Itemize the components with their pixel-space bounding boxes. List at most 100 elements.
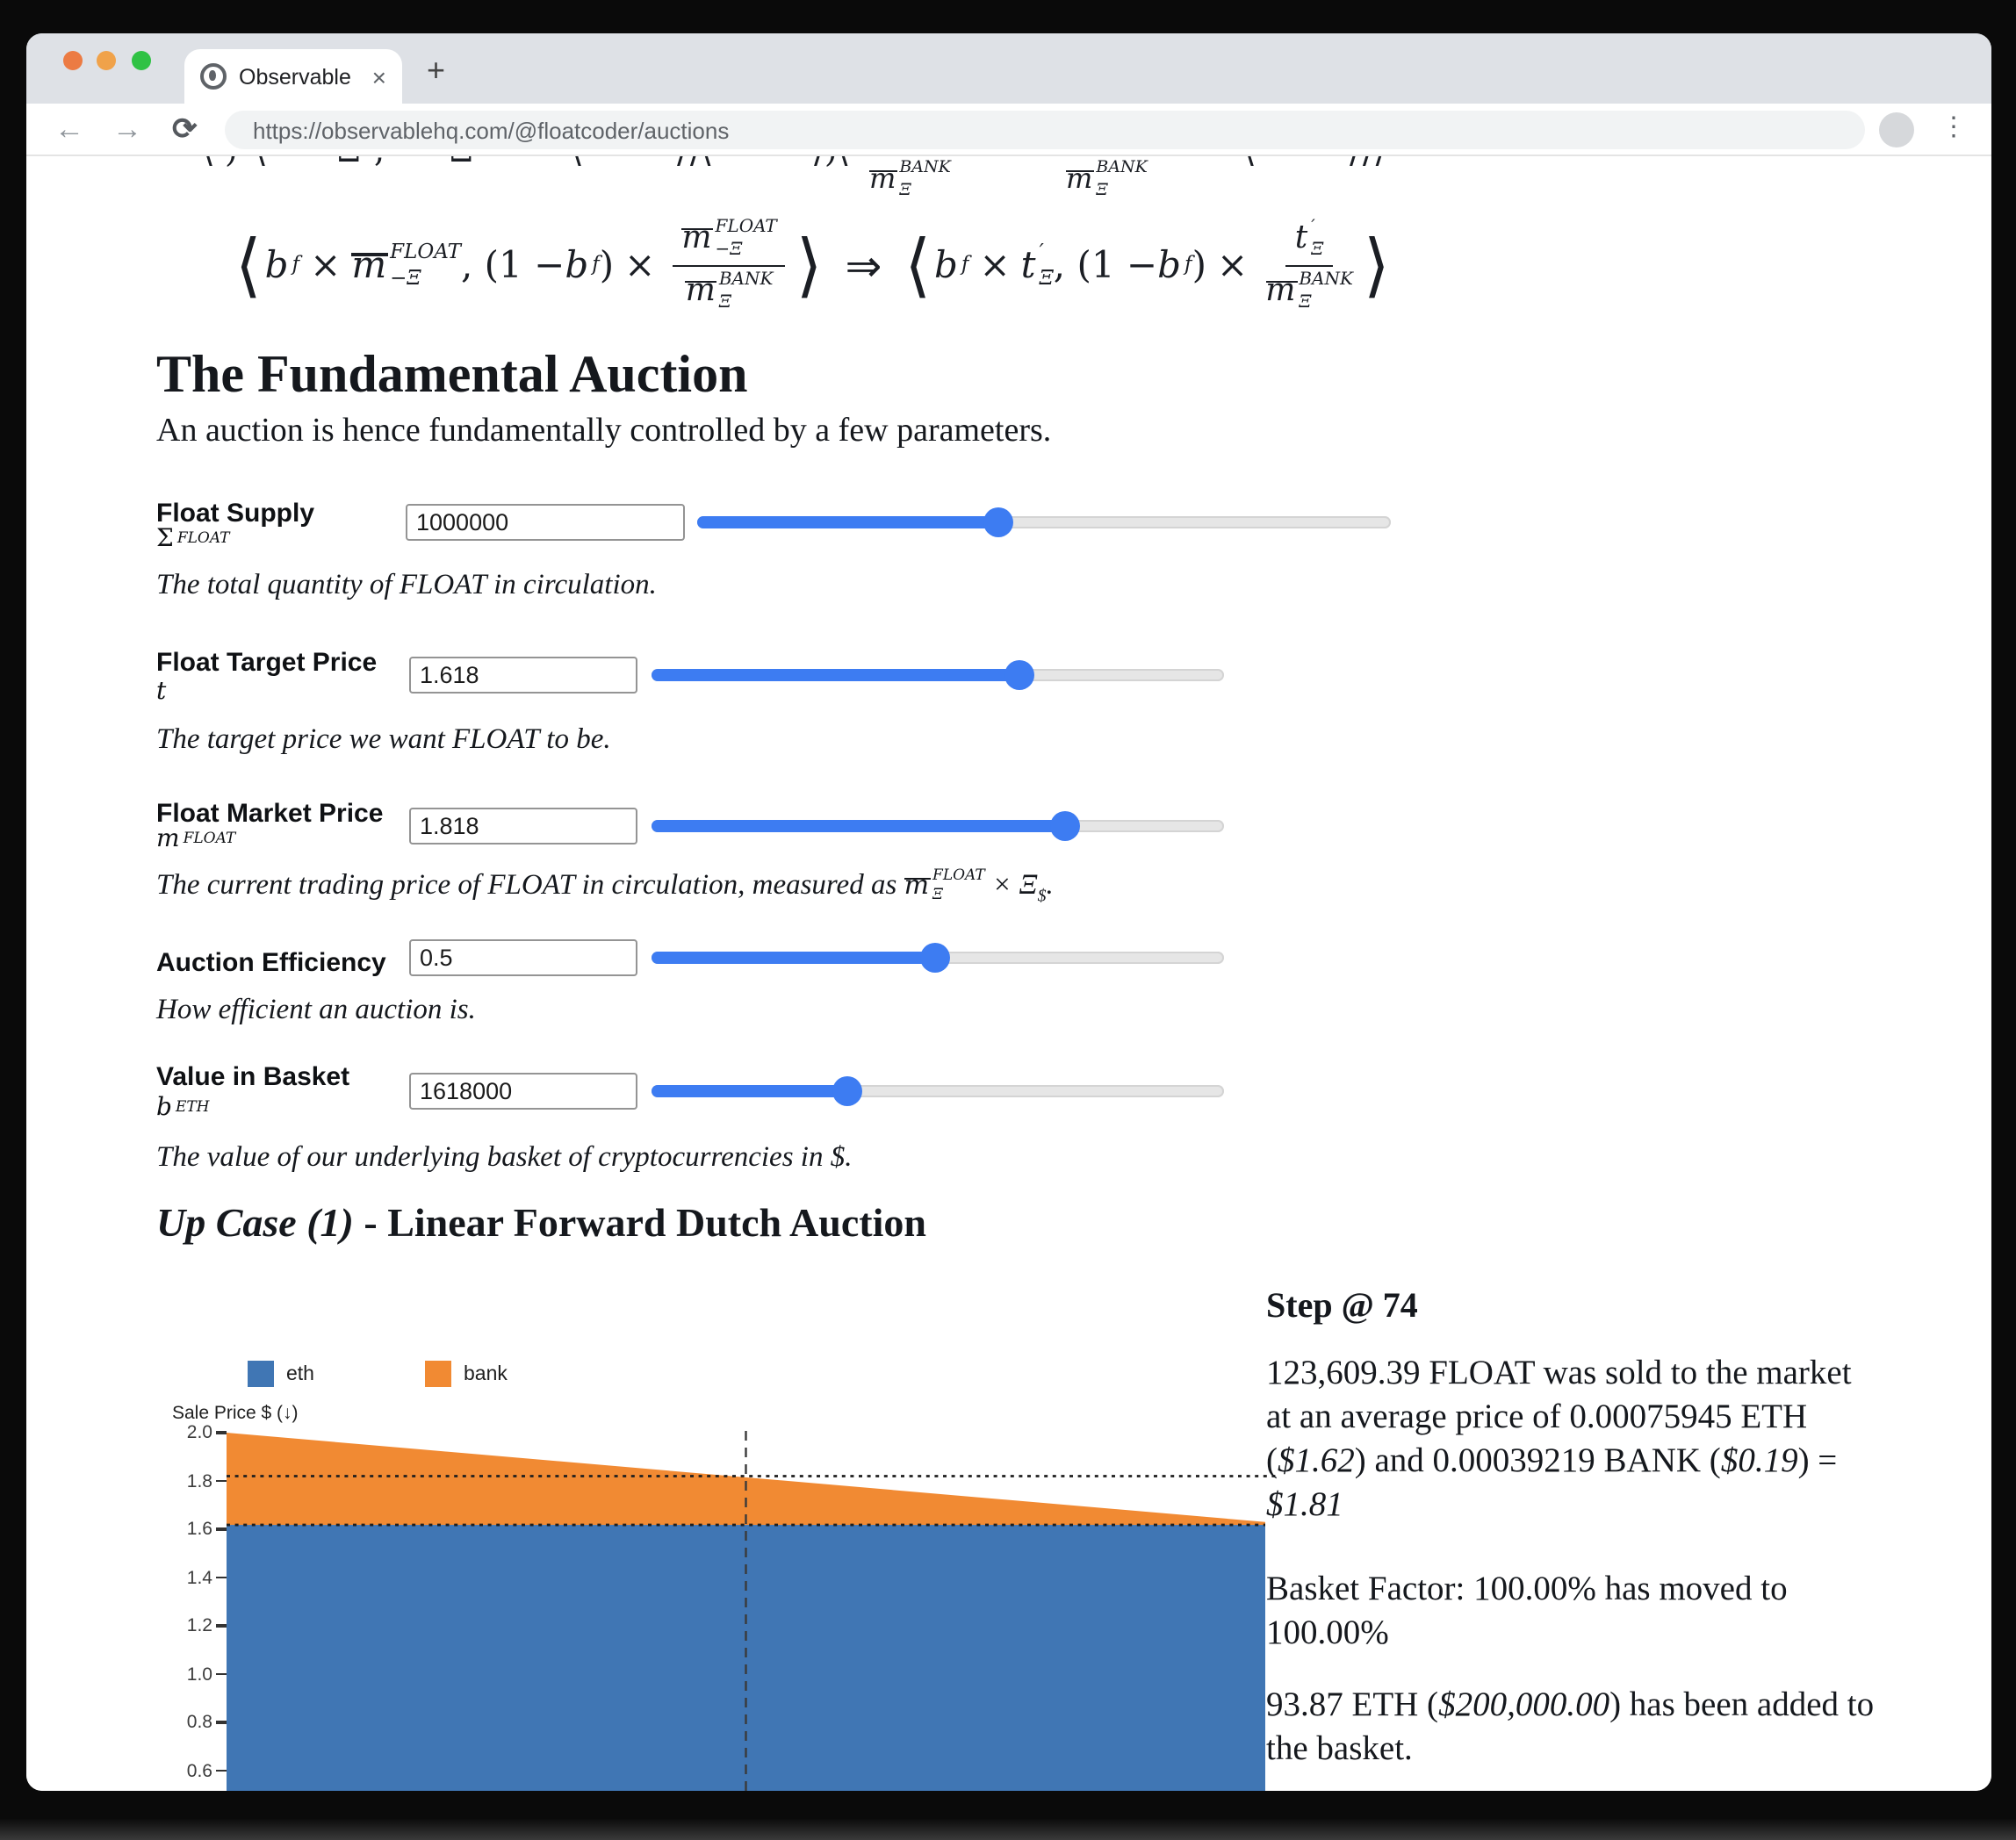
url-text: https://observablehq.com/@floatcoder/auc…	[253, 117, 729, 143]
float-supply-symbol: ΣFLOAT	[156, 523, 230, 551]
math-symbol: mFLOAT−Ξ	[681, 219, 776, 259]
float-market-price-slider-thumb[interactable]	[1050, 811, 1080, 841]
legend-label: bank	[464, 1363, 508, 1384]
value-in-basket-input[interactable]	[409, 1073, 637, 1110]
float-target-price-slider-fill	[652, 669, 1020, 681]
float-supply-description: The total quantity of FLOAT in circulati…	[156, 567, 657, 602]
legend-swatch-icon	[248, 1361, 274, 1387]
float-supply-slider-thumb[interactable]	[983, 507, 1012, 537]
y-tick-label: 1.0	[160, 1664, 212, 1685]
legend-item-eth: eth	[248, 1361, 314, 1387]
auction-efficiency-slider-fill	[652, 952, 935, 964]
math-symbol: mBANKΞ	[1066, 160, 1148, 198]
y-tick-mark	[216, 1577, 227, 1579]
back-icon[interactable]: ←	[54, 111, 84, 149]
y-tick-mark	[216, 1432, 227, 1434]
tab-close-icon[interactable]: ×	[372, 64, 386, 89]
float-target-price-symbol: t	[156, 676, 166, 704]
new-tab-button[interactable]: +	[427, 54, 445, 86]
step-heading: Step @ 74	[1266, 1287, 1881, 1327]
value-in-basket-slider-fill	[652, 1085, 847, 1097]
forward-icon[interactable]: →	[112, 111, 142, 149]
float-target-price-slider-thumb[interactable]	[1005, 660, 1035, 690]
browser-window: Observable × + ← → ⟳ https://observableh…	[26, 33, 1991, 1791]
value-in-basket-symbol: bETH	[156, 1092, 210, 1120]
math-symbol: bf	[265, 247, 299, 284]
desktop-background	[0, 1819, 2016, 1840]
math-symbol: t′Ξ	[1295, 219, 1324, 259]
float-market-price-slider-fill	[652, 820, 1065, 832]
auction-efficiency-label: Auction Efficiency	[156, 948, 386, 978]
y-tick-mark	[216, 1673, 227, 1676]
math-symbol: ΣFLOAT	[156, 527, 230, 551]
y-tick-label: 2.0	[160, 1422, 212, 1443]
minimize-button[interactable]	[97, 51, 116, 70]
close-button[interactable]	[62, 51, 82, 70]
float-target-price-slider[interactable]	[652, 669, 1224, 681]
value-in-basket-slider[interactable]	[652, 1085, 1224, 1097]
float-target-price-input[interactable]	[409, 657, 637, 694]
y-tick-mark	[216, 1528, 227, 1531]
auction-efficiency-input[interactable]	[409, 939, 637, 976]
y-tick-label: 1.2	[160, 1615, 212, 1636]
observable-favicon-icon	[200, 63, 227, 90]
float-supply-slider[interactable]	[697, 516, 1391, 528]
y-axis-label: Sale Price $ (↓)	[172, 1403, 299, 1424]
math-symbol: bf	[1157, 247, 1192, 284]
y-tick-label: 0.6	[160, 1760, 212, 1781]
legend-item-bank: bank	[425, 1361, 508, 1387]
address-bar[interactable]: https://observablehq.com/@floatcoder/auc…	[225, 111, 1865, 149]
screenshot-stage: Observable × + ← → ⟳ https://observableh…	[0, 0, 2016, 1840]
zoom-button[interactable]	[131, 51, 150, 70]
section-heading-rest: - Linear Forward Dutch Auction	[354, 1201, 926, 1245]
auction-efficiency-slider[interactable]	[652, 952, 1224, 964]
float-supply-slider-fill	[697, 516, 997, 528]
legend-label: eth	[286, 1363, 314, 1384]
y-tick-label: 1.8	[160, 1470, 212, 1491]
bank-area	[227, 1433, 1265, 1525]
section-heading: Up Case (1) - Linear Forward Dutch Aucti…	[156, 1201, 926, 1247]
legend-swatch-icon	[425, 1361, 451, 1387]
y-tick-mark	[216, 1770, 227, 1772]
intro-paragraph: An auction is hence fundamentally contro…	[156, 413, 1051, 451]
auction-efficiency-slider-thumb[interactable]	[920, 943, 950, 973]
float-market-price-input[interactable]	[409, 808, 637, 845]
math-symbol: mBANKΞ	[1265, 271, 1353, 312]
step-panel: Step @ 74 123,609.39 FLOAT was sold to t…	[1266, 1287, 1881, 1327]
y-tick-mark	[216, 1721, 227, 1724]
float-market-price-description: The current trading price of FLOAT in ci…	[156, 867, 1054, 907]
step-paragraph: 123,609.39 FLOAT was sold to the marketa…	[1266, 1352, 1852, 1527]
math-formula: ⟨bf×mFLOAT−Ξ, (1 − bf) ×mFLOAT−ΞmBANKΞ⟩⇒…	[232, 209, 1393, 321]
profile-avatar[interactable]	[1879, 112, 1914, 147]
step-paragraph: Basket Factor: 100.00% has moved to100.0…	[1266, 1568, 1788, 1656]
reload-icon[interactable]: ⟳	[172, 111, 198, 149]
float-market-price-slider[interactable]	[652, 820, 1224, 832]
math-symbol: mFLOAT−Ξ	[351, 242, 461, 288]
auction-efficiency-description: How efficient an auction is.	[156, 992, 476, 1027]
math-symbol: bf	[565, 247, 599, 284]
y-tick-label: 0.8	[160, 1712, 212, 1733]
tab-strip: Observable × +	[26, 33, 1991, 104]
value-in-basket-description: The value of our underlying basket of cr…	[156, 1139, 852, 1175]
browser-toolbar: ← → ⟳ https://observablehq.com/@floatcod…	[26, 104, 1991, 156]
page-title: The Fundamental Auction	[156, 346, 747, 406]
math-symbol: mBANKΞ	[869, 160, 951, 198]
math-symbol: mFLOATΞ	[904, 868, 985, 903]
math-symbol: t	[156, 679, 166, 704]
float-supply-input[interactable]	[406, 504, 685, 541]
section-heading-italic: Up Case (1)	[156, 1201, 354, 1245]
math-symbol: mBANKΞ	[686, 271, 774, 312]
y-tick-label: 1.4	[160, 1567, 212, 1588]
y-tick-label: 1.6	[160, 1519, 212, 1540]
clipped-formula-fragments: ⟨)⟨Ξ,Ξ=⟨⟩⟩⟨⟩)⟨⟨⟩⟩⟩	[26, 156, 1991, 172]
math-symbol: bf	[934, 247, 968, 284]
auction-area-chart	[227, 1431, 1280, 1791]
browser-tab[interactable]: Observable ×	[184, 49, 402, 104]
step-paragraph: 93.87 ETH ($200,000.00) has been added t…	[1266, 1684, 1874, 1772]
value-in-basket-label: Value in Basket	[156, 1062, 349, 1092]
browser-menu-icon[interactable]: ⋮	[1940, 111, 1967, 142]
y-tick-mark	[216, 1480, 227, 1483]
float-market-price-symbol: mFLOAT	[156, 823, 235, 852]
notebook-page: ⟨)⟨Ξ,Ξ=⟨⟩⟩⟨⟩)⟨⟨⟩⟩⟩ mBANKΞmBANKΞ ⟨bf×mFLO…	[26, 156, 1991, 1791]
value-in-basket-slider-thumb[interactable]	[832, 1076, 862, 1106]
